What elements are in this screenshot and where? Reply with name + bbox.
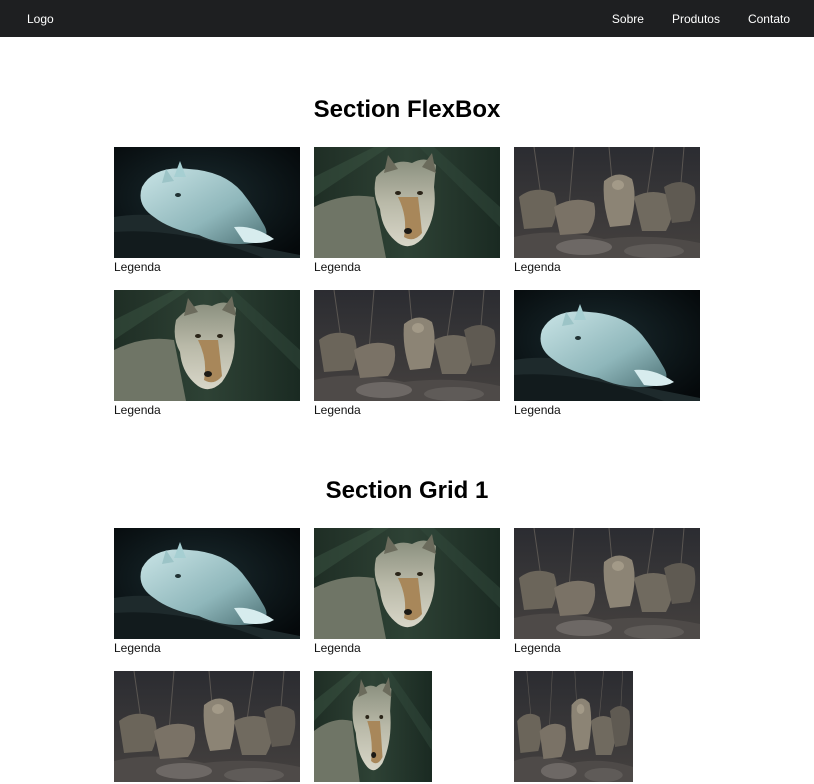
- wolf-photo: [314, 671, 432, 782]
- image-caption: Legenda: [314, 403, 361, 417]
- wolf-photo: [314, 528, 500, 639]
- nav-link-produtos[interactable]: Produtos: [672, 12, 720, 26]
- image-caption: Legenda: [314, 260, 361, 274]
- wolf-photo: [514, 290, 700, 401]
- image-caption: Legenda: [514, 260, 561, 274]
- gallery-item: [314, 671, 432, 784]
- wolf-photo: [114, 528, 300, 639]
- gallery-item: Legenda: [314, 147, 500, 274]
- gallery-item: Legenda: [514, 147, 700, 274]
- wolf-photo: [114, 147, 300, 258]
- gallery-item: Legenda: [514, 528, 700, 655]
- wolf-photo: [514, 147, 700, 258]
- image-caption: Legenda: [314, 641, 361, 655]
- wolf-photo: [114, 290, 300, 401]
- grid-1-gallery: Legenda Legenda Legenda: [114, 528, 700, 784]
- section-grid-1: Section Grid 1 Legenda Legenda Legenda: [0, 477, 814, 784]
- gallery-item: [514, 671, 633, 784]
- wolf-photo: [314, 290, 500, 401]
- logo-link[interactable]: Logo: [27, 12, 54, 26]
- wolf-photo: [114, 671, 300, 782]
- section-flexbox: Section FlexBox Legenda Legenda Legenda …: [0, 96, 814, 417]
- image-caption: Legenda: [514, 641, 561, 655]
- image-caption: Legenda: [114, 641, 161, 655]
- wolf-photo: [514, 528, 700, 639]
- wolf-photo: [314, 147, 500, 258]
- nav-links: Sobre Produtos Contato: [612, 12, 790, 26]
- image-caption: Legenda: [114, 260, 161, 274]
- wolf-photo: [514, 671, 633, 782]
- gallery-item: Legenda: [114, 147, 300, 274]
- flexbox-gallery: Legenda Legenda Legenda Legenda Legenda …: [114, 147, 700, 417]
- image-caption: Legenda: [514, 403, 561, 417]
- gallery-item: Legenda: [314, 290, 500, 417]
- nav-link-contato[interactable]: Contato: [748, 12, 790, 26]
- section-flexbox-title: Section FlexBox: [313, 96, 501, 123]
- image-caption: Legenda: [114, 403, 161, 417]
- nav-link-sobre[interactable]: Sobre: [612, 12, 644, 26]
- gallery-item: [114, 671, 300, 784]
- gallery-item: Legenda: [314, 528, 500, 655]
- navbar: Logo Sobre Produtos Contato: [0, 0, 814, 37]
- gallery-item: Legenda: [114, 528, 300, 655]
- gallery-item: Legenda: [514, 290, 700, 417]
- gallery-item: Legenda: [114, 290, 300, 417]
- section-grid-1-title: Section Grid 1: [325, 477, 489, 504]
